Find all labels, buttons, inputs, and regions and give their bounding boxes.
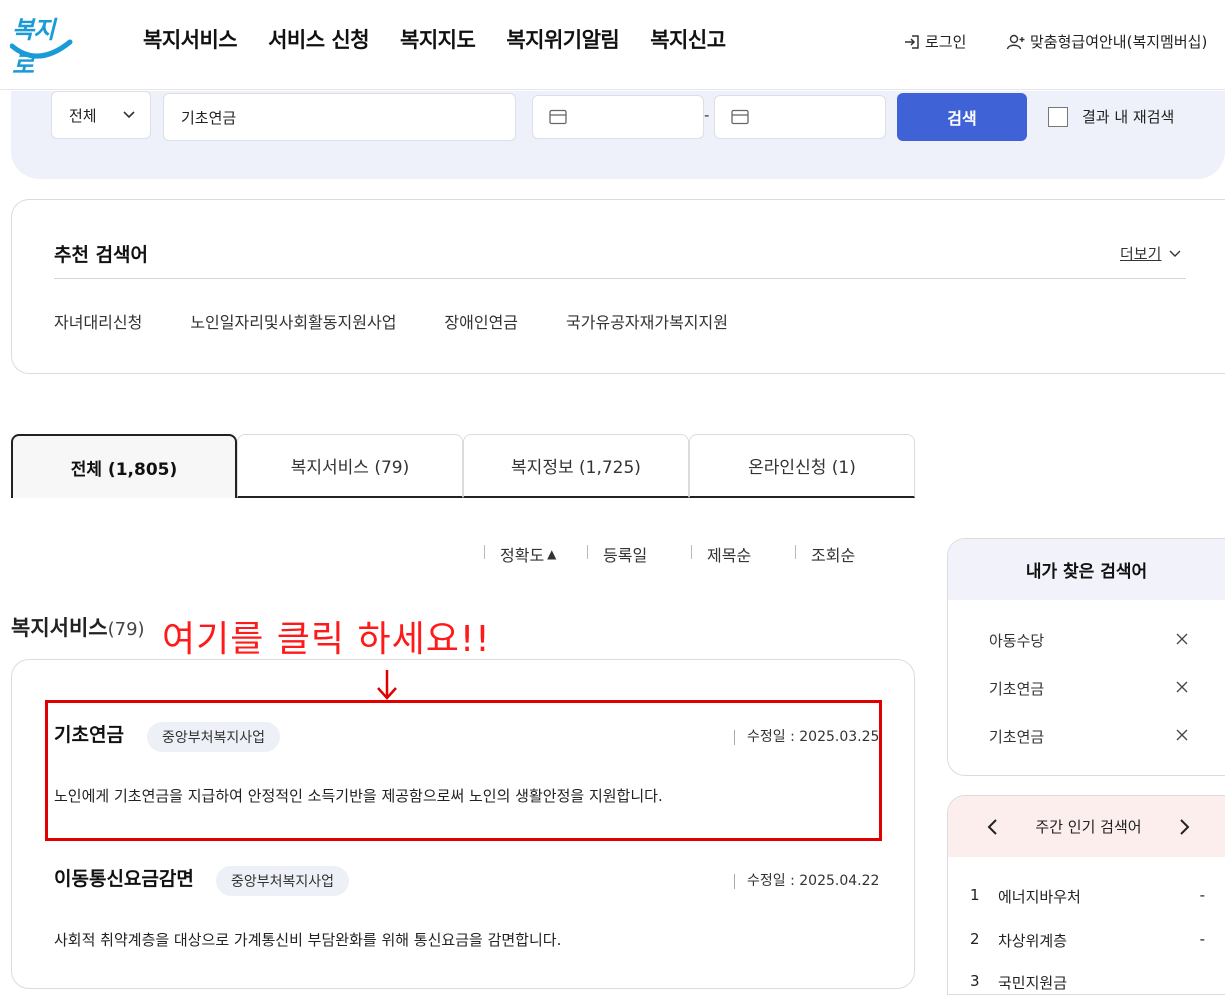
popular-item[interactable]: 2 차상위계층 - xyxy=(970,930,1205,951)
end-date-field[interactable] xyxy=(714,95,886,139)
popular-header: 주간 인기 검색어 xyxy=(948,796,1225,857)
recommended-keyword[interactable]: 장애인연금 xyxy=(444,309,518,333)
sort-divider xyxy=(691,545,692,559)
logo-swoosh-icon xyxy=(10,39,73,59)
popular-trend: - xyxy=(1199,886,1205,904)
modified-date: 수정일 : 2025.03.25 xyxy=(734,730,879,745)
modified-date: 수정일 : 2025.04.22 xyxy=(734,874,879,889)
re-search-checkbox[interactable] xyxy=(1048,106,1068,127)
site-header: 복지로 복지서비스 서비스 신청 복지지도 복지위기알림 복지신고 로그인 맞춤… xyxy=(0,0,1225,90)
recommended-keyword[interactable]: 자녀대리신청 xyxy=(54,309,142,333)
tab-welfare-info[interactable]: 복지정보 (1,725) xyxy=(463,434,689,498)
search-button[interactable]: 검색 xyxy=(897,93,1027,141)
section-title-text: 복지서비스 xyxy=(11,616,108,640)
result-title[interactable]: 이동통신요금감면 xyxy=(54,864,194,891)
sort-title[interactable]: 제목순 xyxy=(707,542,751,566)
sort-divider xyxy=(795,545,796,559)
nav-crisis-alert[interactable]: 복지위기알림 xyxy=(506,24,619,54)
my-search-item[interactable]: 아동수당 xyxy=(989,630,1044,651)
main-nav: 복지서비스 서비스 신청 복지지도 복지위기알림 복지신고 xyxy=(143,24,726,54)
login-link[interactable]: 로그인 xyxy=(903,31,966,52)
login-label: 로그인 xyxy=(925,33,967,51)
sort-accuracy-label: 정확도 xyxy=(500,546,545,565)
result-description[interactable]: 사회적 취약계층을 대상으로 가계통신비 부담완화를 위해 통신요금을 감면합니… xyxy=(54,929,561,950)
popular-item[interactable]: 3 국민지원금 xyxy=(970,972,1205,993)
section-count: (79) xyxy=(107,619,145,640)
start-date-field[interactable] xyxy=(532,95,704,139)
calendar-icon xyxy=(731,109,749,125)
calendar-icon xyxy=(549,109,567,125)
user-add-icon xyxy=(1006,34,1025,49)
more-button[interactable]: 더보기 xyxy=(1120,243,1181,264)
sort-date[interactable]: 등록일 xyxy=(603,542,647,566)
nav-service-apply[interactable]: 서비스 신청 xyxy=(268,24,369,54)
sort-accuracy[interactable]: 정확도 ▲ xyxy=(500,542,556,566)
re-search-label: 결과 내 재검색 xyxy=(1082,108,1175,126)
popular-rank: 3 xyxy=(970,972,980,990)
nav-welfare-service[interactable]: 복지서비스 xyxy=(143,24,238,54)
my-search-item[interactable]: 기초연금 xyxy=(989,678,1044,699)
my-searches-panel: 내가 찾은 검색어 아동수당 기초연금 기초연금 xyxy=(947,538,1225,776)
click-here-annotation: 여기를 클릭 하세요!! xyxy=(162,619,491,660)
site-logo[interactable]: 복지로 xyxy=(10,8,73,79)
result-tabs: 전체 (1,805) 복지서비스 (79) 복지정보 (1,725) 온라인신청… xyxy=(11,434,915,498)
scope-select[interactable]: 전체 xyxy=(51,91,151,139)
popular-item[interactable]: 1 에너지바우처 - xyxy=(970,886,1205,907)
member-link[interactable]: 맞춤형급여안내(복지멤버십) xyxy=(1006,31,1207,52)
category-badge: 중앙부처복지사업 xyxy=(147,722,281,752)
recommended-title: 추천 검색어 xyxy=(54,244,149,266)
member-label: 맞춤형급여안내(복지멤버십) xyxy=(1030,33,1208,51)
my-search-item[interactable]: 기초연금 xyxy=(989,726,1044,747)
nav-welfare-report[interactable]: 복지신고 xyxy=(650,24,726,54)
sort-divider xyxy=(484,545,485,559)
recommended-keyword[interactable]: 국가유공자재가복지지원 xyxy=(566,309,728,333)
popular-rank: 2 xyxy=(970,930,980,948)
sort-divider xyxy=(587,545,588,559)
my-searches-title: 내가 찾은 검색어 xyxy=(948,539,1225,600)
date-separator: - xyxy=(704,106,710,124)
section-title: 복지서비스(79) xyxy=(11,612,145,642)
category-badge: 중앙부처복지사업 xyxy=(216,866,350,896)
search-input[interactable] xyxy=(163,93,516,141)
recommended-keyword[interactable]: 노인일자리및사회활동지원사업 xyxy=(190,309,396,333)
popular-searches-panel: 주간 인기 검색어 1 에너지바우처 - 2 차상위계층 - 3 국민지원금 xyxy=(947,795,1225,995)
chevron-down-icon xyxy=(123,111,135,119)
tab-online-apply[interactable]: 온라인신청 (1) xyxy=(689,434,915,498)
re-search-option[interactable]: 결과 내 재검색 xyxy=(1048,106,1174,127)
popular-label: 국민지원금 xyxy=(998,974,1068,992)
close-icon[interactable] xyxy=(1175,632,1189,646)
chevron-down-icon xyxy=(1169,250,1181,257)
tab-welfare-service[interactable]: 복지서비스 (79) xyxy=(237,434,463,498)
recommended-keywords-panel xyxy=(11,199,1225,374)
sort-views[interactable]: 조회순 xyxy=(811,542,855,566)
popular-label: 에너지바우처 xyxy=(998,888,1081,906)
recommended-keyword-list: 자녀대리신청 노인일자리및사회활동지원사업 장애인연금 국가유공자재가복지지원 xyxy=(54,309,728,333)
chevron-left-icon[interactable] xyxy=(986,818,998,836)
close-icon[interactable] xyxy=(1175,728,1189,742)
popular-label: 차상위계층 xyxy=(998,932,1068,950)
close-icon[interactable] xyxy=(1175,680,1189,694)
login-icon xyxy=(905,34,919,49)
more-label: 더보기 xyxy=(1120,245,1162,263)
popular-title: 주간 인기 검색어 xyxy=(1035,818,1142,836)
chevron-right-icon[interactable] xyxy=(1179,818,1191,836)
tab-all[interactable]: 전체 (1,805) xyxy=(11,434,237,498)
sort-up-icon: ▲ xyxy=(547,547,557,561)
result-description[interactable]: 노인에게 기초연금을 지급하여 안정적인 소득기반을 제공함으로써 노인의 생활… xyxy=(54,785,663,806)
popular-trend: - xyxy=(1199,930,1205,948)
scope-select-value: 전체 xyxy=(69,106,97,125)
divider xyxy=(54,278,1186,279)
result-title[interactable]: 기초연금 xyxy=(54,720,124,747)
popular-rank: 1 xyxy=(970,886,980,904)
nav-welfare-map[interactable]: 복지지도 xyxy=(400,24,476,54)
